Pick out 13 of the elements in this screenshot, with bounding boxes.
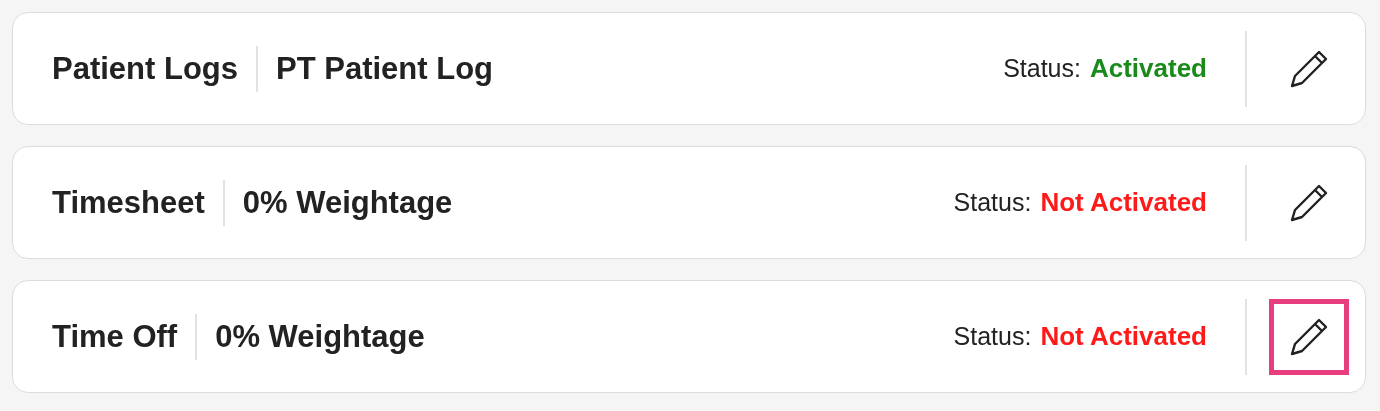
status-label: Status: bbox=[1003, 54, 1081, 83]
module-name: Patient Logs bbox=[52, 50, 238, 87]
status-label: Status: bbox=[953, 188, 1032, 217]
module-detail: 0% Weightage bbox=[242, 184, 453, 221]
edit-button[interactable] bbox=[1269, 298, 1349, 375]
status-value: Not Activated bbox=[1040, 187, 1207, 218]
module-detail: PT Patient Log bbox=[276, 50, 493, 87]
status-value: Not Activated bbox=[1040, 321, 1207, 352]
module-name: Timesheet bbox=[52, 184, 205, 221]
status-label: Status: bbox=[953, 322, 1032, 351]
status-value: Activated bbox=[1089, 53, 1207, 84]
module-name: Time Off bbox=[52, 318, 178, 355]
module-detail: 0% Weightage bbox=[215, 318, 425, 355]
